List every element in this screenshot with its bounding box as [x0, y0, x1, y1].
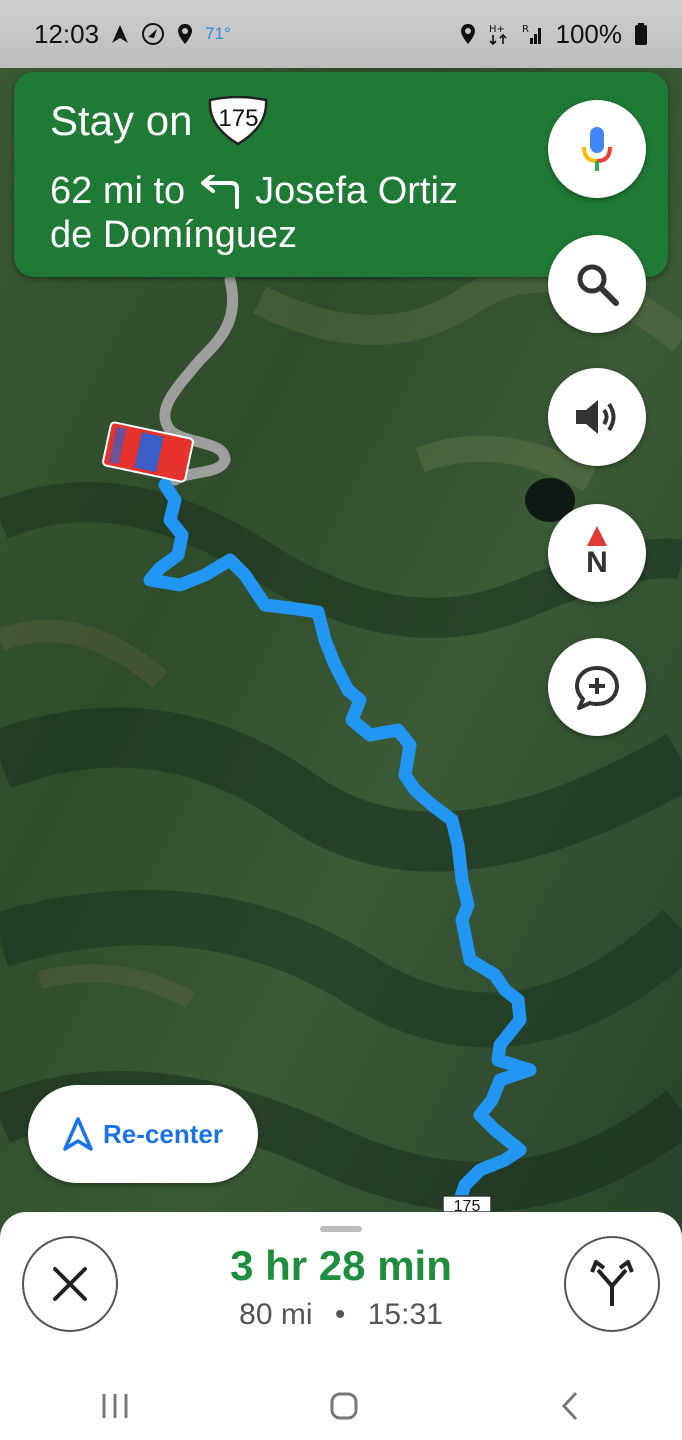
location-pin-icon [460, 24, 475, 44]
voice-button[interactable] [548, 100, 646, 198]
search-button[interactable] [548, 235, 646, 333]
recenter-label: Re-center [103, 1118, 223, 1149]
trip-panel[interactable]: 3 hr 28 min 80 mi • 15:31 [0, 1212, 682, 1440]
status-time: 12:03 [34, 18, 100, 49]
system-nav-bar [0, 1372, 682, 1440]
instruction-prefix: Stay on [50, 97, 193, 144]
recenter-button[interactable]: Re-center [28, 1085, 258, 1183]
recent-apps-icon[interactable] [100, 1392, 130, 1420]
drag-handle[interactable] [320, 1226, 362, 1232]
turn-left-icon [201, 174, 240, 209]
status-right: H+ R 100% [460, 19, 649, 50]
sound-button[interactable] [548, 368, 646, 466]
arrival-time: 15:31 [367, 1298, 443, 1331]
search-icon [577, 264, 619, 306]
signal-icon: R [522, 24, 541, 44]
trip-separator: • [334, 1298, 346, 1331]
clock-nav-icon [142, 23, 165, 45]
distance-line: 62 mi to Josefa Ortiz [50, 170, 458, 213]
home-icon[interactable] [329, 1391, 359, 1421]
compass-needle-icon [587, 526, 607, 546]
status-temperature: 71° [205, 24, 231, 43]
report-button[interactable] [548, 638, 646, 736]
speaker-icon [576, 400, 616, 434]
battery-percent: 100% [555, 18, 623, 49]
compass-button[interactable]: N [548, 504, 646, 602]
status-bar: 12:03 71° H+ R 100% [0, 0, 682, 68]
add-report-icon [575, 666, 619, 710]
alternate-routes-button[interactable] [564, 1236, 660, 1332]
instruction-line: Stay on 175 [50, 95, 270, 146]
destination-line2: de Domínguez [50, 214, 298, 256]
svg-text:R: R [522, 24, 529, 35]
destination-line1: Josefa Ortiz [255, 170, 458, 212]
svg-text:H+: H+ [489, 24, 505, 35]
data-arrows-icon: H+ [489, 24, 507, 46]
back-icon[interactable] [558, 1391, 582, 1421]
navigation-arrow-icon [63, 1117, 93, 1151]
trip-distance: 80 mi [239, 1298, 313, 1331]
distance-text: 62 mi to [50, 170, 186, 212]
location-pin-icon [178, 24, 193, 44]
route-fork-icon [590, 1260, 634, 1306]
compass-label: N [586, 546, 608, 579]
microphone-icon [582, 127, 612, 171]
navigation-arrow-icon [112, 25, 129, 43]
status-left: 12:03 71° [34, 19, 231, 50]
route-shield-number: 175 [218, 105, 259, 132]
battery-icon [635, 23, 647, 45]
route-shield-icon: 175 [206, 95, 270, 146]
